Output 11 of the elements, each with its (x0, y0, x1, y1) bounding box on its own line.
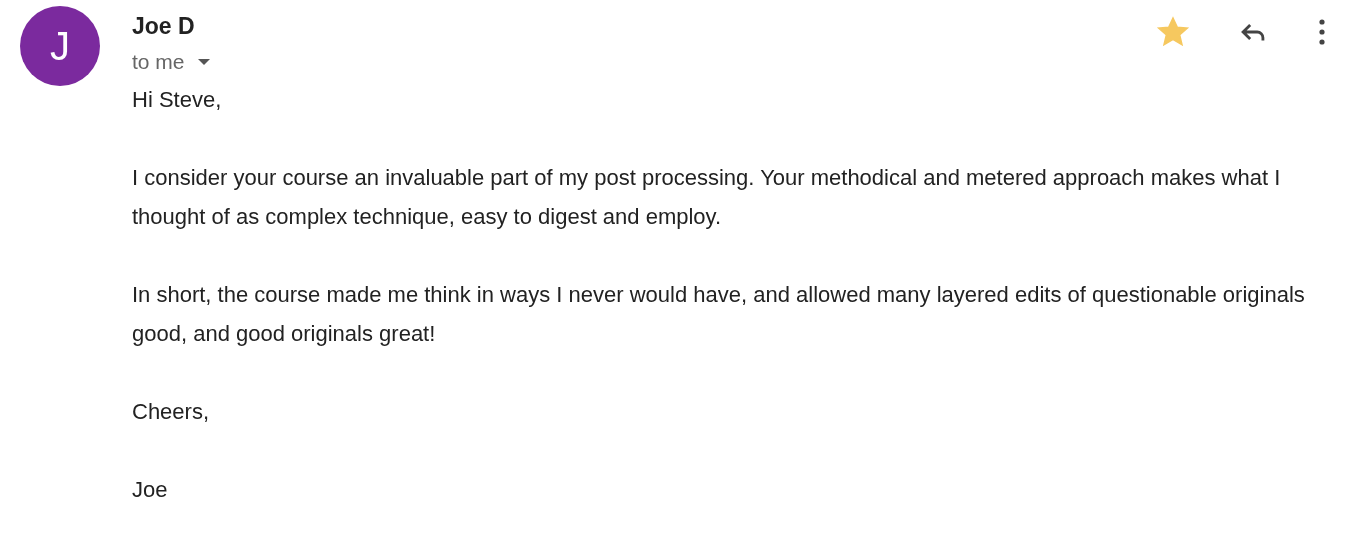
avatar: J (20, 6, 100, 86)
more-icon[interactable] (1316, 17, 1328, 47)
body-paragraph: Cheers, (132, 398, 211, 426)
body-paragraph: Joe (132, 476, 169, 504)
sender-name: Joe D (132, 13, 196, 40)
body-paragraph: I consider your course an invaluable part of my post processing. Your methodical and metered approach makes what I thought of as complex technique, easy to digest and employ. (132, 164, 1282, 231)
caret-icon (196, 58, 211, 66)
star-icon[interactable] (1156, 15, 1190, 49)
body-paragraph: In short, the course made me think in ways I never would have, and allowed many layered edits of questionable originals good, and good originals great! (132, 281, 1306, 348)
recipient-dropdown[interactable]: to me (132, 50, 211, 74)
body-paragraph: Hi Steve, (132, 86, 223, 114)
